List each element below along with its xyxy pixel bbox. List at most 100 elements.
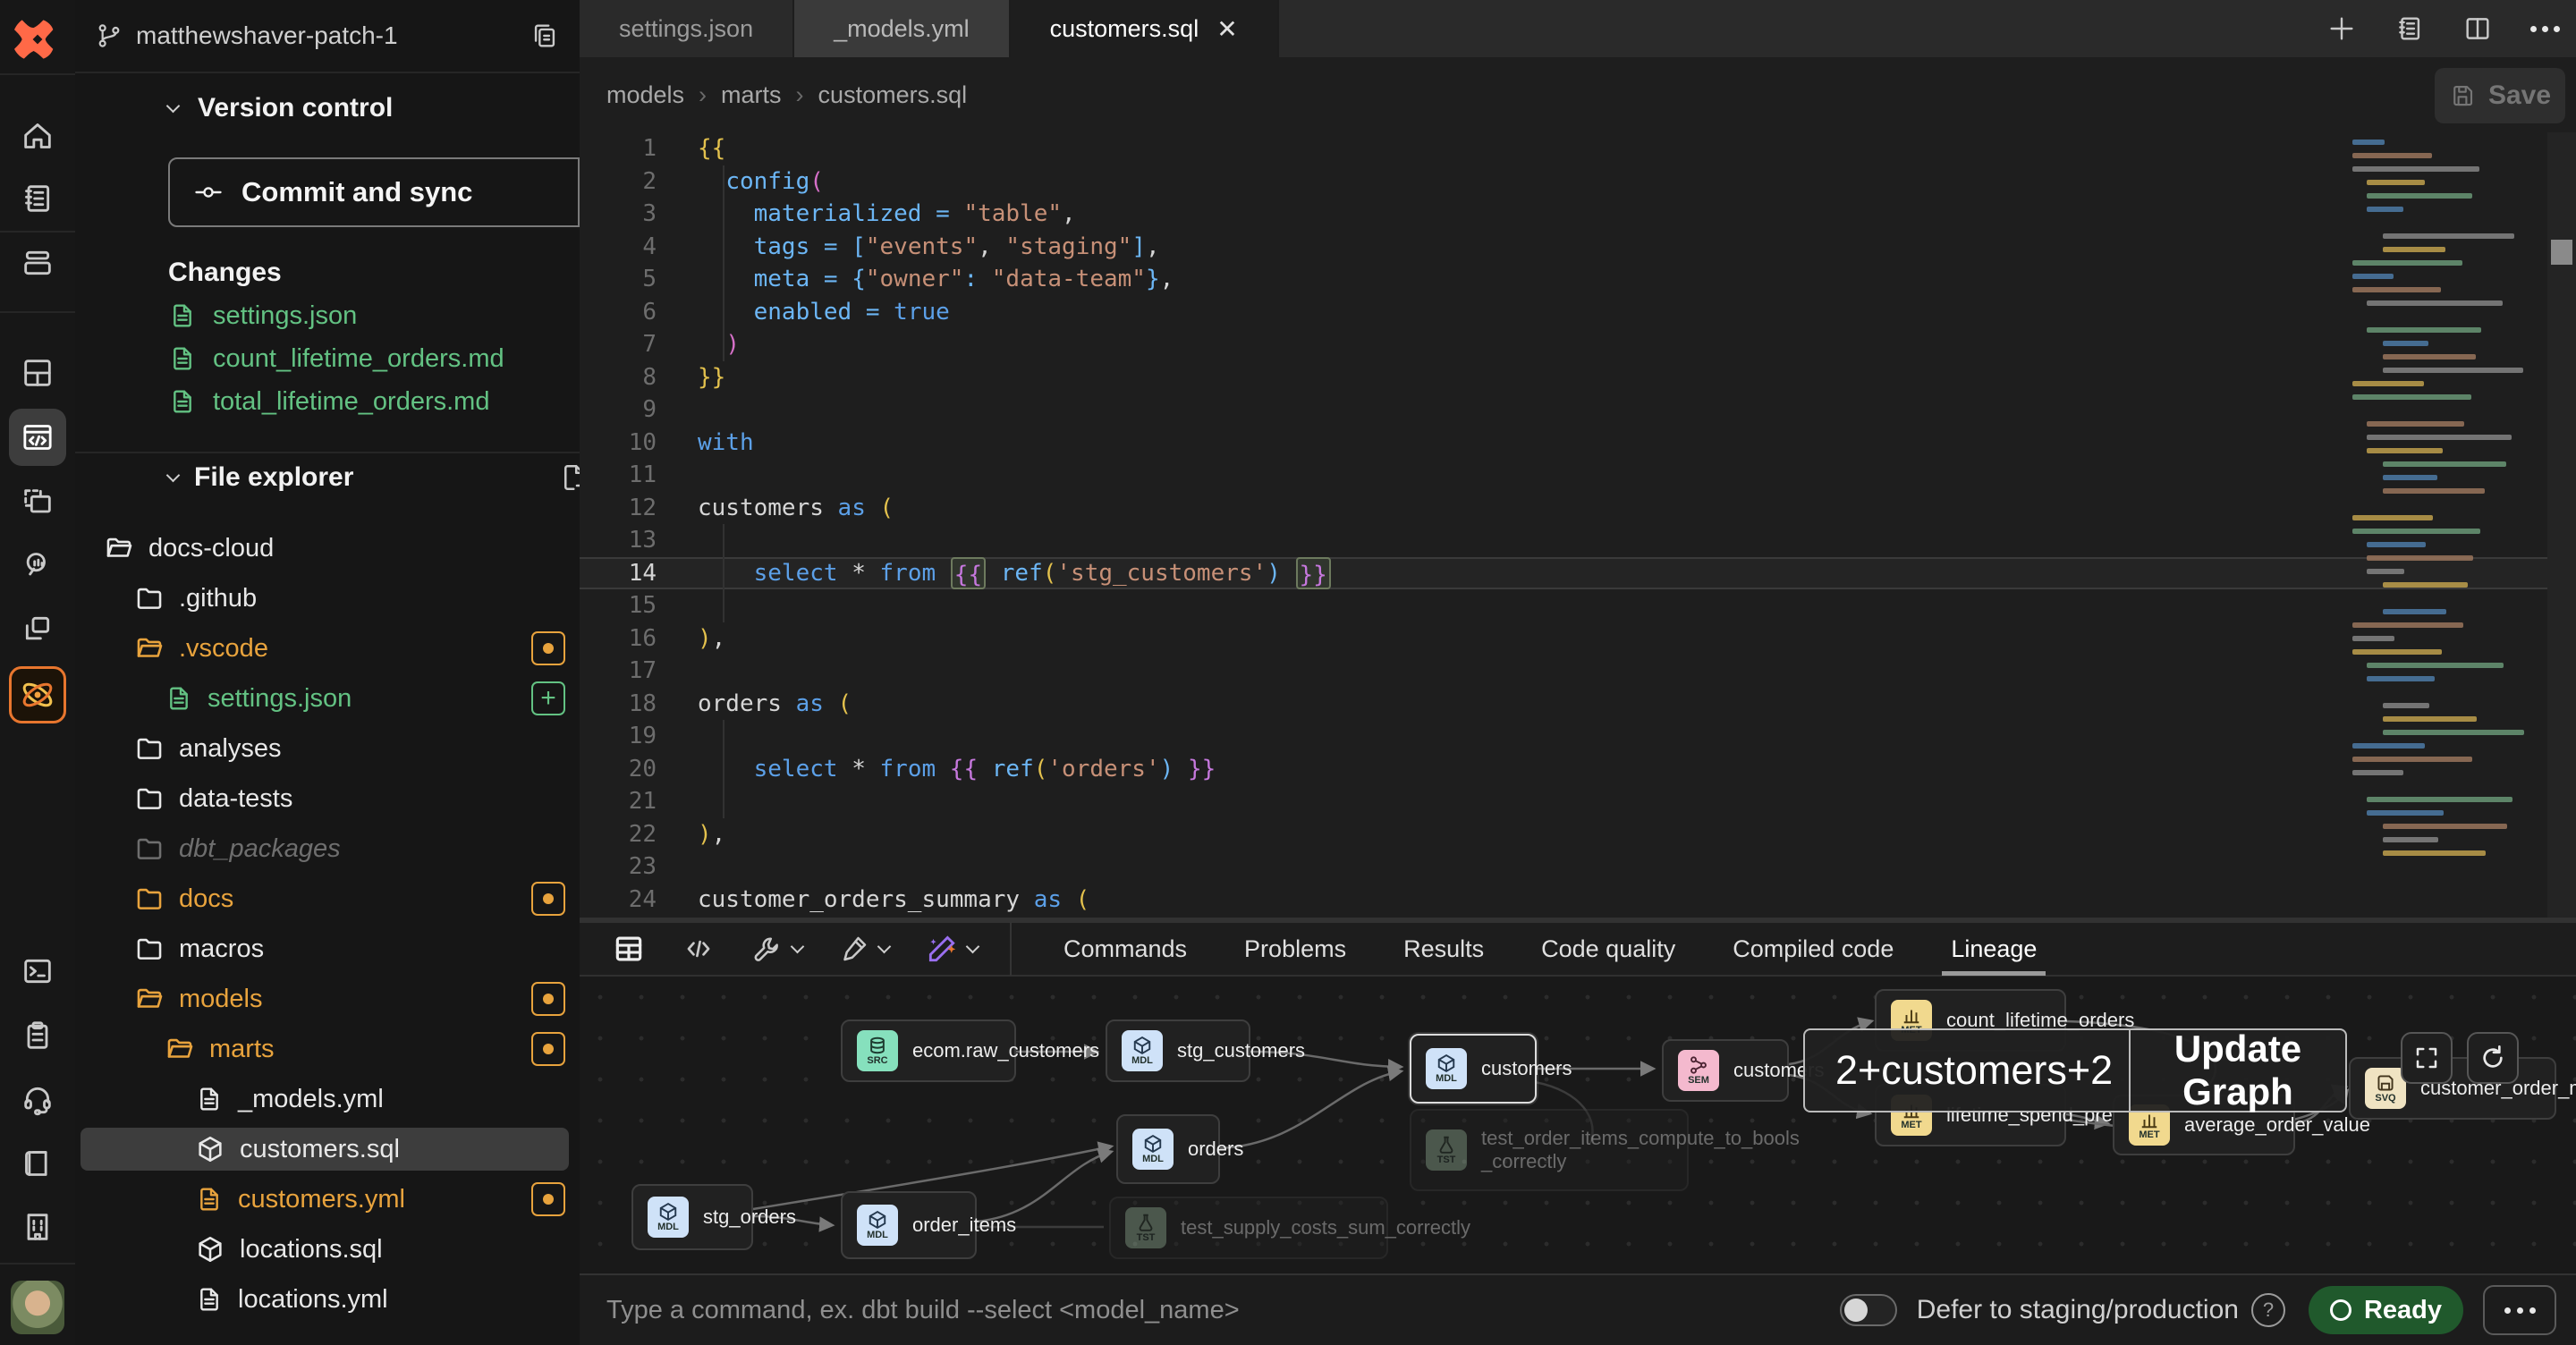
status-badge[interactable]: Ready [2309, 1286, 2463, 1334]
code-line-15[interactable]: 15 [580, 589, 2576, 622]
code-line-13[interactable]: 13 [580, 524, 2576, 557]
lineage-node-orders-model[interactable]: MDLorders [1116, 1114, 1220, 1184]
code-line-22[interactable]: 22), [580, 818, 2576, 851]
change-item-settings.json[interactable]: settings.json+ [168, 295, 639, 336]
tree-item-customers.sql[interactable]: customers.sql [75, 1124, 580, 1174]
lineage-selector-input[interactable]: 2+customers+2 [1805, 1047, 2129, 1094]
panel-tab-commands[interactable]: Commands [1035, 922, 1216, 976]
update-graph-button[interactable]: Update Graph [2131, 1028, 2345, 1113]
panel-tab-code-quality[interactable]: Code quality [1513, 922, 1704, 976]
code-line-24[interactable]: 24customer_orders_summary as ( [580, 884, 2576, 917]
modified-badge[interactable] [531, 631, 565, 665]
tab-customers-sql[interactable]: customers.sql✕ [1011, 0, 1279, 57]
defer-toggle[interactable] [1840, 1294, 1897, 1326]
headset-icon[interactable] [9, 1070, 66, 1128]
more-options-button[interactable] [2483, 1285, 2556, 1335]
modified-badge[interactable] [531, 1032, 565, 1066]
catalyst-atom-icon[interactable] [9, 666, 66, 723]
commit-and-sync-button[interactable]: Commit and sync [168, 157, 639, 227]
modified-badge[interactable] [531, 882, 565, 916]
lineage-node-test-supply-costs[interactable]: TSTtest_supply_costs_sum_correctly [1109, 1197, 1388, 1259]
format-control[interactable] [838, 933, 889, 965]
file-explorer-header[interactable]: File explorer [168, 458, 639, 497]
code-line-10[interactable]: 10with [580, 427, 2576, 460]
code-line-16[interactable]: 16), [580, 622, 2576, 656]
fullscreen-button[interactable] [2401, 1032, 2453, 1084]
query-explorer-icon[interactable] [9, 537, 66, 594]
lineage-node-test-order-items[interactable]: TSTtest_order_items_compute_to_bools_cor… [1410, 1109, 1689, 1191]
tree-item-data-tests[interactable]: data-tests [75, 774, 580, 824]
tree-item-locations.sql[interactable]: locations.sql [75, 1224, 580, 1274]
docs-book-icon[interactable] [9, 1135, 66, 1192]
panel-tab-compiled-code[interactable]: Compiled code [1704, 922, 1922, 976]
version-control-header[interactable]: Version control [168, 93, 393, 123]
tab-models-yml[interactable]: _models.yml [794, 0, 1011, 57]
save-button[interactable]: Save [2435, 68, 2565, 123]
new-tab-icon[interactable] [2326, 13, 2357, 44]
refresh-button[interactable] [2467, 1032, 2519, 1084]
code-line-4[interactable]: 4 tags = ["events", "staging"], [580, 231, 2576, 264]
stage-file-button[interactable]: + [531, 681, 565, 715]
code-line-19[interactable]: 19 [580, 720, 2576, 753]
compare-icon[interactable] [9, 600, 66, 657]
tree-item-docs-cloud[interactable]: docs-cloud [75, 523, 580, 573]
change-item-count_lifetime_orders.md[interactable]: count_lifetime_orders.md+ [168, 338, 639, 379]
help-icon[interactable]: ? [2251, 1293, 2285, 1327]
modified-badge[interactable] [531, 1182, 565, 1216]
tree-item-locations.yml[interactable]: locations.yml [75, 1274, 580, 1324]
code-line-5[interactable]: 5 meta = {"owner": "data-team"}, [580, 263, 2576, 296]
code-line-14[interactable]: 14 select * from {{ ref('stg_customers')… [580, 557, 2576, 590]
lineage-node-customers-model[interactable]: MDLcustomers [1410, 1034, 1537, 1104]
breadcrumb[interactable]: models› marts› customers.sql [606, 81, 967, 109]
archive-icon[interactable] [9, 234, 66, 292]
scrollbar-thumb[interactable] [2551, 240, 2572, 265]
home-icon[interactable] [9, 107, 66, 165]
lineage-canvas[interactable]: SRCecom.raw_customersMDLstg_customersMDL… [580, 977, 2576, 1273]
code-line-3[interactable]: 3 materialized = "table", [580, 198, 2576, 231]
code-editor-icon[interactable] [9, 409, 66, 466]
tree-item-docs[interactable]: docs [75, 874, 580, 924]
tree-item-_models.yml[interactable]: _models.yml [75, 1074, 580, 1124]
code-line-1[interactable]: 1{{ [580, 132, 2576, 165]
tree-item-marts[interactable]: marts [75, 1024, 580, 1074]
branch-selector[interactable]: matthewshaver-patch-1 [75, 0, 580, 73]
code-line-11[interactable]: 11 [580, 459, 2576, 492]
ai-copilot-control[interactable] [925, 932, 978, 966]
lineage-node-order-items[interactable]: MDLorder_items [841, 1191, 977, 1259]
copy-icon[interactable] [530, 21, 560, 51]
code-editor[interactable]: 1{{2 config(3 materialized = "table",4 t… [580, 132, 2576, 918]
code-line-2[interactable]: 2 config( [580, 165, 2576, 199]
panel-tab-lineage[interactable]: Lineage [1922, 922, 2065, 976]
tree-item-.github[interactable]: .github [75, 573, 580, 623]
organization-icon[interactable] [9, 1198, 66, 1256]
close-icon[interactable]: ✕ [1216, 14, 1237, 44]
code-line-18[interactable]: 18orders as ( [580, 688, 2576, 721]
tree-item-models[interactable]: models [75, 974, 580, 1024]
minimap[interactable] [2347, 140, 2537, 909]
tree-item-settings.json[interactable]: settings.json+ [75, 673, 580, 723]
dashboard-icon[interactable] [9, 344, 66, 402]
user-avatar[interactable] [11, 1281, 64, 1334]
code-line-9[interactable]: 9 [580, 393, 2576, 427]
terminal-icon[interactable] [9, 943, 66, 1000]
tab-settings-json[interactable]: settings.json [580, 0, 794, 57]
code-line-6[interactable]: 6 enabled = true [580, 296, 2576, 329]
tree-item-customers.yml[interactable]: customers.yml [75, 1174, 580, 1224]
lineage-node-ecom-raw-customers[interactable]: SRCecom.raw_customers [841, 1019, 1016, 1082]
tree-item-analyses[interactable]: analyses [75, 723, 580, 774]
code-line-17[interactable]: 17 [580, 655, 2576, 688]
canvas-icon[interactable] [9, 474, 66, 531]
tree-item-dbt_packages[interactable]: dbt_packages [75, 824, 580, 874]
changelog-icon[interactable] [2394, 13, 2425, 44]
code-line-20[interactable]: 20 select * from {{ ref('orders') }} [580, 753, 2576, 786]
editor-scrollbar[interactable] [2547, 132, 2576, 918]
code-line-21[interactable]: 21 [580, 785, 2576, 818]
more-options-icon[interactable] [2530, 26, 2560, 32]
split-editor-icon[interactable] [2462, 13, 2493, 44]
panel-tab-results[interactable]: Results [1375, 922, 1513, 976]
tree-item-.vscode[interactable]: .vscode [75, 623, 580, 673]
tree-item-macros[interactable]: macros [75, 924, 580, 974]
command-input[interactable]: Type a command, ex. dbt build --select <… [606, 1296, 1840, 1325]
build-tools-control[interactable] [751, 933, 802, 965]
lineage-node-stg-orders[interactable]: MDLstg_orders [631, 1184, 753, 1250]
